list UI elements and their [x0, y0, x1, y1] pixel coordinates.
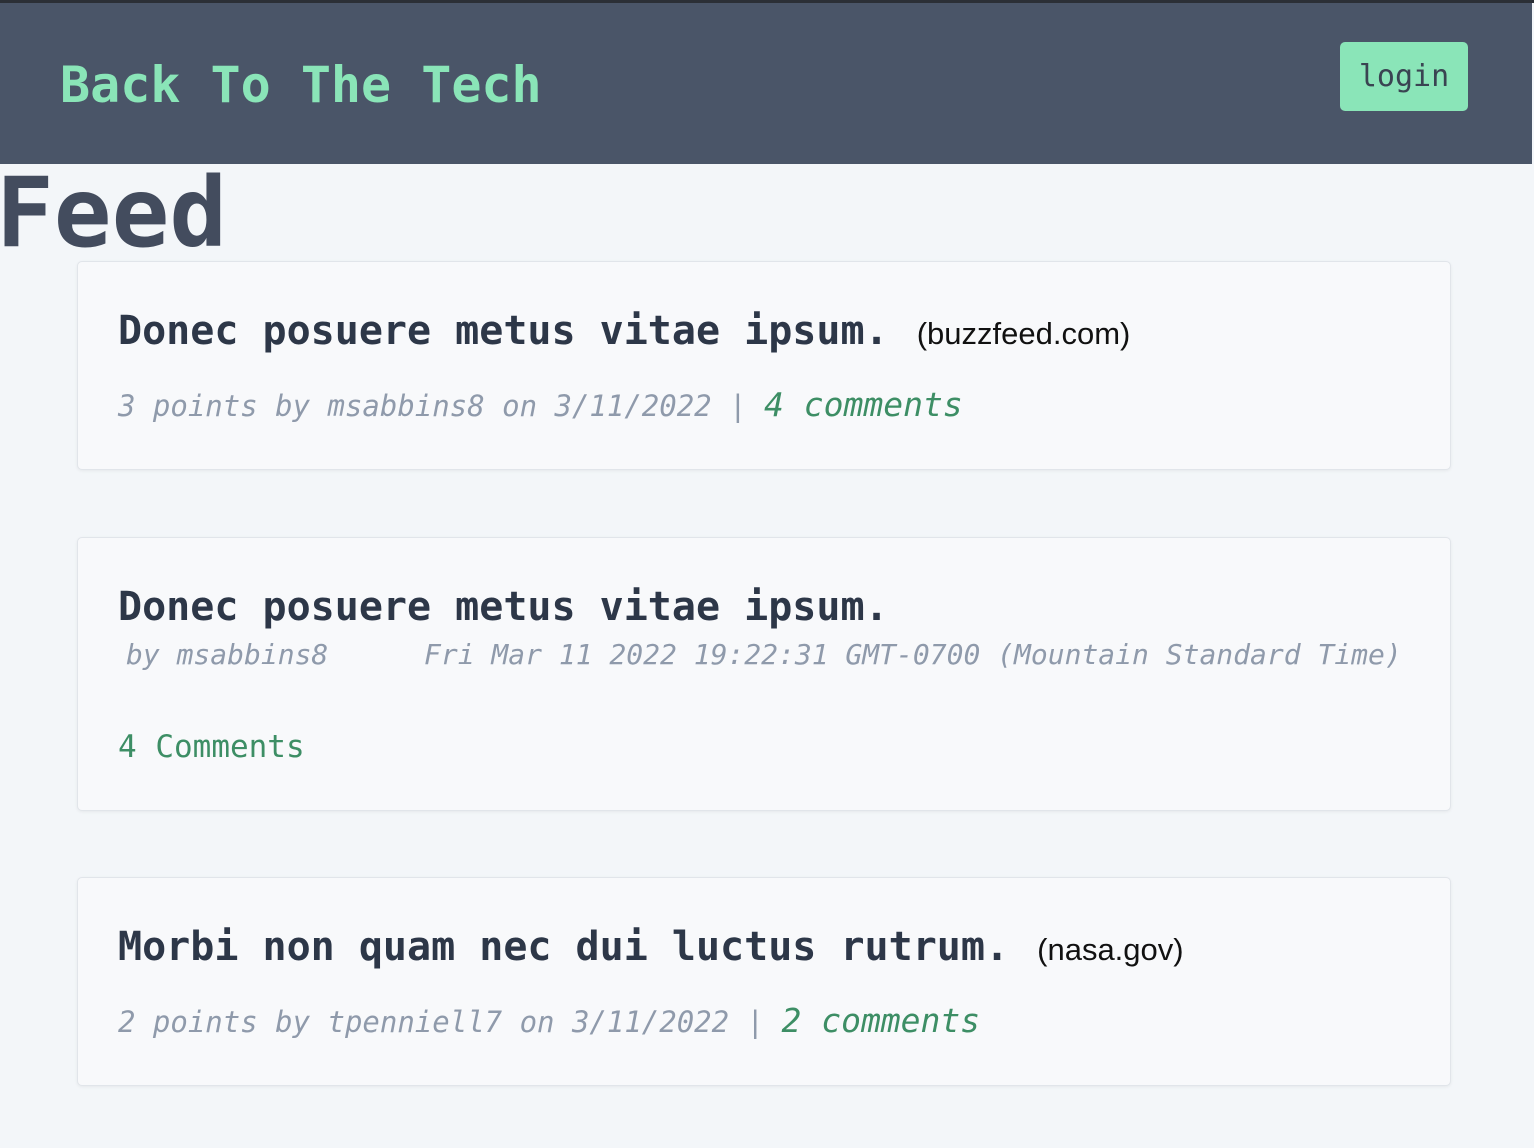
- post-meta: 3 points by msabbins8 on 3/11/2022 | 4 c…: [118, 387, 963, 424]
- post-title-row: Morbi non quam nec dui luctus rutrum. (n…: [118, 923, 1184, 974]
- post-title[interactable]: Donec posuere metus vitae ipsum.: [118, 583, 889, 631]
- comments-link[interactable]: 4 comments: [764, 385, 963, 424]
- post-domain: (nasa.gov): [1037, 932, 1184, 967]
- post-title[interactable]: Donec posuere metus vitae ipsum.: [118, 308, 889, 354]
- post-title[interactable]: Morbi non quam nec dui luctus rutrum.: [118, 924, 1009, 970]
- page-title: Feed: [0, 157, 228, 269]
- post-title-row: Donec posuere metus vitae ipsum. (buzzfe…: [118, 307, 1130, 358]
- post-card: Donec posuere metus vitae ipsum. by msab…: [77, 537, 1451, 811]
- site-brand[interactable]: Back To The Tech: [60, 55, 542, 115]
- post-meta: 2 points by tpenniell7 on 3/11/2022 | 2 …: [118, 1003, 980, 1040]
- post-meta-text: 2 points by tpenniell7 on 3/11/2022 |: [118, 1005, 782, 1039]
- comments-link[interactable]: 2 comments: [781, 1001, 980, 1040]
- post-card: Morbi non quam nec dui luctus rutrum. (n…: [77, 877, 1451, 1086]
- comments-link[interactable]: 4 Comments: [118, 728, 305, 766]
- post-author: by msabbins8: [126, 638, 329, 671]
- post-meta-text: 3 points by msabbins8 on 3/11/2022 |: [118, 389, 765, 423]
- post-date: Fri Mar 11 2022 19:22:31 GMT-0700 (Mount…: [424, 638, 1402, 671]
- post-domain: (buzzfeed.com): [916, 316, 1131, 351]
- post-card: Donec posuere metus vitae ipsum. (buzzfe…: [77, 261, 1451, 470]
- site-header: Back To The Tech login: [0, 3, 1532, 164]
- login-button[interactable]: login: [1340, 42, 1468, 111]
